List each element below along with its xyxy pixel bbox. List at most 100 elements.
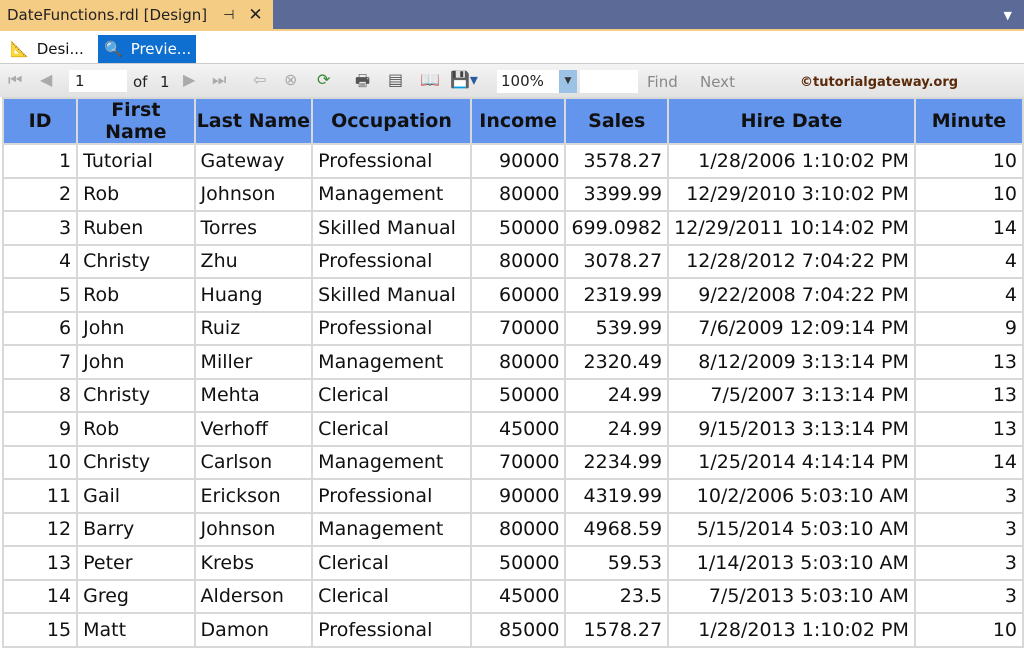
table-cell: Professional — [312, 144, 471, 178]
stop-icon[interactable]: ⊗ — [284, 70, 297, 89]
column-header: ID — [3, 98, 77, 144]
table-cell: 80000 — [471, 513, 566, 547]
table-cell: Professional — [312, 613, 471, 647]
table-cell: 2 — [3, 178, 77, 212]
zoom-value: 100% — [501, 72, 544, 90]
total-pages: 1 — [160, 73, 170, 91]
table-cell: 14 — [915, 446, 1023, 480]
table-cell: 539.99 — [565, 312, 668, 346]
table-cell: 12 — [3, 513, 77, 547]
table-cell: Zhu — [195, 245, 313, 279]
table-cell: 9 — [3, 412, 77, 446]
zoom-select[interactable]: 100% ▼ — [497, 70, 577, 93]
table-cell: Johnson — [195, 178, 313, 212]
close-icon[interactable]: ✕ — [248, 5, 262, 25]
table-cell: 50000 — [471, 546, 566, 580]
print-icon[interactable]: 🖶 — [355, 70, 370, 97]
table-cell: Professional — [312, 479, 471, 513]
table-cell: 15 — [3, 613, 77, 647]
table-cell: 13 — [915, 412, 1023, 446]
table-cell: 90000 — [471, 144, 566, 178]
table-cell: Gateway — [195, 144, 313, 178]
last-page-icon[interactable]: ⏭ — [212, 70, 226, 90]
table-cell: Matt — [77, 613, 194, 647]
table-cell: Erickson — [195, 479, 313, 513]
table-cell: 5/15/2014 5:03:10 AM — [668, 513, 915, 547]
export-icon[interactable]: 💾▾ — [450, 70, 478, 89]
table-cell: 8/12/2009 3:13:14 PM — [668, 345, 915, 379]
table-cell: 4968.59 — [565, 513, 668, 547]
preview-icon: 🔍 — [104, 40, 123, 58]
table-cell: 3399.99 — [565, 178, 668, 212]
page-number-input[interactable]: 1 — [69, 70, 127, 92]
table-cell: 4 — [915, 278, 1023, 312]
find-next-button[interactable]: Next — [700, 73, 735, 91]
table-cell: Professional — [312, 245, 471, 279]
table-cell: 14 — [915, 211, 1023, 245]
tab-preview[interactable]: 🔍 Previe... — [98, 35, 196, 63]
table-cell: 1/25/2014 4:14:14 PM — [668, 446, 915, 480]
tab-design-label: Desi... — [37, 40, 84, 58]
table-cell: 11 — [3, 479, 77, 513]
table-cell: Skilled Manual — [312, 211, 471, 245]
table-row: 1TutorialGatewayProfessional900003578.27… — [3, 144, 1023, 178]
table-cell: 3 — [915, 513, 1023, 547]
document-tab[interactable]: DateFunctions.rdl [Design] ⊣ ✕ — [0, 0, 273, 30]
find-button[interactable]: Find — [647, 73, 678, 91]
tab-design[interactable]: 📐 Desi... — [4, 35, 96, 63]
first-page-icon[interactable]: ⏮ — [8, 70, 22, 90]
table-cell: Barry — [77, 513, 194, 547]
table-cell: 50000 — [471, 379, 566, 413]
dropdown-arrow-icon[interactable]: ▼ — [1004, 9, 1012, 22]
table-cell: 1/14/2013 5:03:10 AM — [668, 546, 915, 580]
refresh-icon[interactable]: ⟳ — [317, 70, 330, 89]
table-cell: Carlson — [195, 446, 313, 480]
table-cell: 8 — [3, 379, 77, 413]
table-row: 4ChristyZhuProfessional800003078.2712/28… — [3, 245, 1023, 279]
table-cell: Christy — [77, 379, 194, 413]
table-cell: 3078.27 — [565, 245, 668, 279]
table-cell: Gail — [77, 479, 194, 513]
pin-icon[interactable]: ⊣ — [223, 8, 234, 23]
table-cell: 10/2/2006 5:03:10 AM — [668, 479, 915, 513]
table-cell: 50000 — [471, 211, 566, 245]
table-row: 7JohnMillerManagement800002320.498/12/20… — [3, 345, 1023, 379]
table-cell: 6 — [3, 312, 77, 346]
page-setup-icon[interactable]: 📖 — [420, 70, 440, 89]
table-cell: Greg — [77, 580, 194, 614]
table-cell: Management — [312, 446, 471, 480]
column-header: Income — [471, 98, 566, 144]
table-cell: 699.0982 — [565, 211, 668, 245]
document-title: DateFunctions.rdl [Design] — [7, 6, 207, 24]
table-row: 9RobVerhoffClerical4500024.999/15/2013 3… — [3, 412, 1023, 446]
table-cell: 59.53 — [565, 546, 668, 580]
back-icon[interactable]: ⇦ — [253, 70, 266, 89]
table-cell: 10 — [915, 613, 1023, 647]
table-cell: Christy — [77, 245, 194, 279]
table-cell: 13 — [915, 345, 1023, 379]
table-cell: Alderson — [195, 580, 313, 614]
table-row: 8ChristyMehtaClerical5000024.997/5/2007 … — [3, 379, 1023, 413]
previous-page-icon[interactable]: ◀ — [40, 70, 52, 89]
table-cell: 3578.27 — [565, 144, 668, 178]
table-cell: Management — [312, 345, 471, 379]
table-cell: 90000 — [471, 479, 566, 513]
table-cell: 4 — [915, 245, 1023, 279]
table-cell: Professional — [312, 312, 471, 346]
table-row: 13PeterKrebsClerical5000059.531/14/2013 … — [3, 546, 1023, 580]
table-row: 15MattDamonProfessional850001578.271/28/… — [3, 613, 1023, 647]
table-cell: 9/15/2013 3:13:14 PM — [668, 412, 915, 446]
table-cell: Huang — [195, 278, 313, 312]
find-input[interactable] — [580, 70, 638, 93]
print-layout-icon[interactable]: ▤ — [388, 70, 403, 89]
chevron-down-icon[interactable]: ▼ — [559, 70, 577, 93]
table-cell: 13 — [3, 546, 77, 580]
table-cell: Damon — [195, 613, 313, 647]
column-header: Hire Date — [668, 98, 915, 144]
table-cell: 3 — [915, 580, 1023, 614]
next-page-icon[interactable]: ▶ — [183, 70, 195, 89]
table-cell: Torres — [195, 211, 313, 245]
table-cell: Clerical — [312, 546, 471, 580]
table-cell: 5 — [3, 278, 77, 312]
table-cell: 4319.99 — [565, 479, 668, 513]
